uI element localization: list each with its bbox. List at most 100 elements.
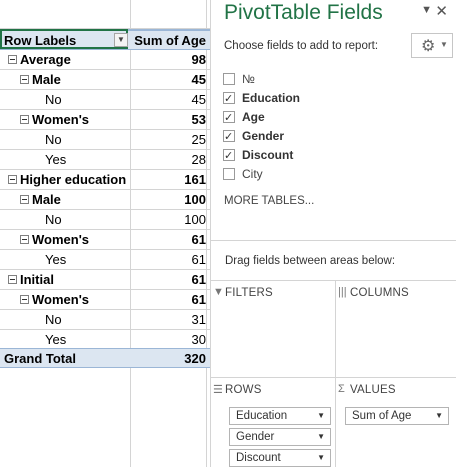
row-label-cell[interactable]: No [0, 310, 130, 329]
sum-of-age-header[interactable]: Sum of Age [131, 31, 206, 50]
grand-total-row[interactable]: Grand Total 320 [0, 348, 210, 368]
close-icon[interactable]: ✕ [435, 2, 448, 20]
field-item[interactable]: Age [223, 108, 423, 128]
rows-area[interactable]: ☰ ROWS Education ▼ Gender ▼ Discount ▼ [211, 377, 335, 467]
field-item[interactable]: Gender [223, 127, 423, 147]
row-label-text: No [45, 212, 62, 227]
sum-value-cell[interactable]: 28 [131, 150, 206, 169]
pivot-row[interactable]: No 45 [0, 90, 210, 110]
sum-value-cell[interactable]: 100 [131, 210, 206, 229]
pivot-row[interactable]: Initial 61 [0, 270, 210, 290]
row-label-cell[interactable]: Higher education [0, 170, 130, 189]
collapse-toggle-icon[interactable] [8, 275, 17, 284]
row-label-cell[interactable]: Male [0, 190, 130, 209]
filter-icon: ▼ [213, 286, 224, 298]
pivot-row[interactable]: No 100 [0, 210, 210, 230]
field-label[interactable]: Gender [242, 127, 284, 146]
row-label-cell[interactable]: No [0, 130, 130, 149]
sum-value-cell[interactable]: 53 [131, 110, 206, 129]
collapse-toggle-icon[interactable] [20, 75, 29, 84]
pivot-row[interactable]: Women's 53 [0, 110, 210, 130]
chevron-down-icon[interactable]: ▼ [317, 408, 325, 424]
rows-field-chip[interactable]: Discount ▼ [229, 449, 331, 467]
pivot-row[interactable]: Male 45 [0, 70, 210, 90]
collapse-toggle-icon[interactable] [8, 175, 17, 184]
pivot-row[interactable]: Women's 61 [0, 290, 210, 310]
sum-value-cell[interactable]: 45 [131, 70, 206, 89]
pane-options-icon[interactable]: ▼ [421, 4, 432, 16]
sum-value-cell[interactable]: 61 [131, 270, 206, 289]
row-label-cell[interactable]: Women's [0, 230, 130, 249]
field-label[interactable]: Age [242, 108, 265, 127]
field-checkbox[interactable] [223, 128, 235, 147]
row-label-cell[interactable]: Yes [0, 250, 130, 269]
field-item[interactable]: City [223, 165, 423, 184]
row-label-cell[interactable]: Women's [0, 110, 130, 129]
gear-button[interactable]: ⚙ ▼ [411, 33, 453, 58]
sum-value-cell[interactable]: 98 [131, 50, 206, 69]
empty-row[interactable] [0, 9, 210, 29]
collapse-toggle-icon[interactable] [20, 235, 29, 244]
row-label-cell[interactable]: Yes [0, 330, 130, 349]
pivot-row[interactable]: Average 98 [0, 50, 210, 70]
sum-value-cell[interactable]: 161 [131, 170, 206, 189]
field-item[interactable]: Discount [223, 146, 423, 166]
row-label-cell[interactable]: No [0, 210, 130, 229]
filters-area[interactable]: ▼ FILTERS [211, 280, 335, 377]
sum-value-cell[interactable]: 100 [131, 190, 206, 209]
chevron-down-icon[interactable]: ▼ [317, 450, 325, 466]
field-item[interactable]: № [223, 70, 423, 89]
collapse-toggle-icon[interactable] [20, 195, 29, 204]
field-checkbox[interactable] [223, 90, 235, 109]
sum-value-cell[interactable]: 31 [131, 310, 206, 329]
row-label-cell[interactable]: Initial [0, 270, 130, 289]
values-field-chip[interactable]: Sum of Age ▼ [345, 407, 449, 425]
collapse-toggle-icon[interactable] [8, 55, 17, 64]
drag-fields-label: Drag fields between areas below: [225, 255, 396, 267]
row-label-cell[interactable]: Yes [0, 150, 130, 169]
pivot-header-row[interactable]: Row Labels ▼ Sum of Age [0, 29, 210, 50]
sum-value-cell[interactable]: 61 [131, 290, 206, 309]
rows-field-chip[interactable]: Gender ▼ [229, 428, 331, 446]
field-label[interactable]: № [242, 70, 255, 89]
pivot-row[interactable]: Yes 61 [0, 250, 210, 270]
columns-area[interactable]: ||| COLUMNS [335, 280, 456, 377]
pivot-row[interactable]: Male 100 [0, 190, 210, 210]
field-checkbox[interactable] [223, 168, 235, 180]
more-tables-link[interactable]: MORE TABLES... [224, 195, 314, 207]
pivot-row[interactable]: No 31 [0, 310, 210, 330]
field-item[interactable]: Education [223, 89, 423, 109]
sum-value-cell[interactable]: 45 [131, 90, 206, 109]
sum-value-cell[interactable]: 25 [131, 130, 206, 149]
collapse-toggle-icon[interactable] [20, 115, 29, 124]
pivot-row[interactable]: No 25 [0, 130, 210, 150]
chevron-down-icon[interactable]: ▼ [317, 429, 325, 445]
values-area[interactable]: Σ VALUES Sum of Age ▼ [335, 377, 456, 467]
row-label-cell[interactable]: Male [0, 70, 130, 89]
pivot-row[interactable]: Yes 30 [0, 330, 210, 350]
rows-field-chip[interactable]: Education ▼ [229, 407, 331, 425]
sum-value-cell[interactable]: 61 [131, 230, 206, 249]
chevron-down-icon[interactable]: ▼ [435, 408, 443, 424]
row-label-cell[interactable]: No [0, 90, 130, 109]
pivot-row[interactable]: Higher education 161 [0, 170, 210, 190]
values-title: VALUES [350, 384, 396, 396]
field-label[interactable]: Discount [242, 146, 293, 165]
row-label-cell[interactable]: Average [0, 50, 130, 69]
sum-value-cell[interactable]: 61 [131, 250, 206, 269]
pivot-row[interactable]: Women's 61 [0, 230, 210, 250]
field-label[interactable]: Education [242, 89, 300, 108]
dropdown-arrow-icon[interactable]: ▼ [114, 33, 128, 47]
divider [211, 240, 456, 241]
sum-value-cell[interactable]: 30 [131, 330, 206, 349]
grand-total-value[interactable]: 320 [131, 349, 206, 368]
collapse-toggle-icon[interactable] [20, 295, 29, 304]
field-checkbox[interactable] [223, 147, 235, 166]
row-label-cell[interactable]: Women's [0, 290, 130, 309]
grand-total-label[interactable]: Grand Total [0, 349, 130, 368]
field-checkbox[interactable] [223, 73, 235, 85]
chip-label: Gender [236, 431, 275, 443]
pivot-row[interactable]: Yes 28 [0, 150, 210, 170]
field-label[interactable]: City [242, 165, 263, 184]
field-checkbox[interactable] [223, 109, 235, 128]
